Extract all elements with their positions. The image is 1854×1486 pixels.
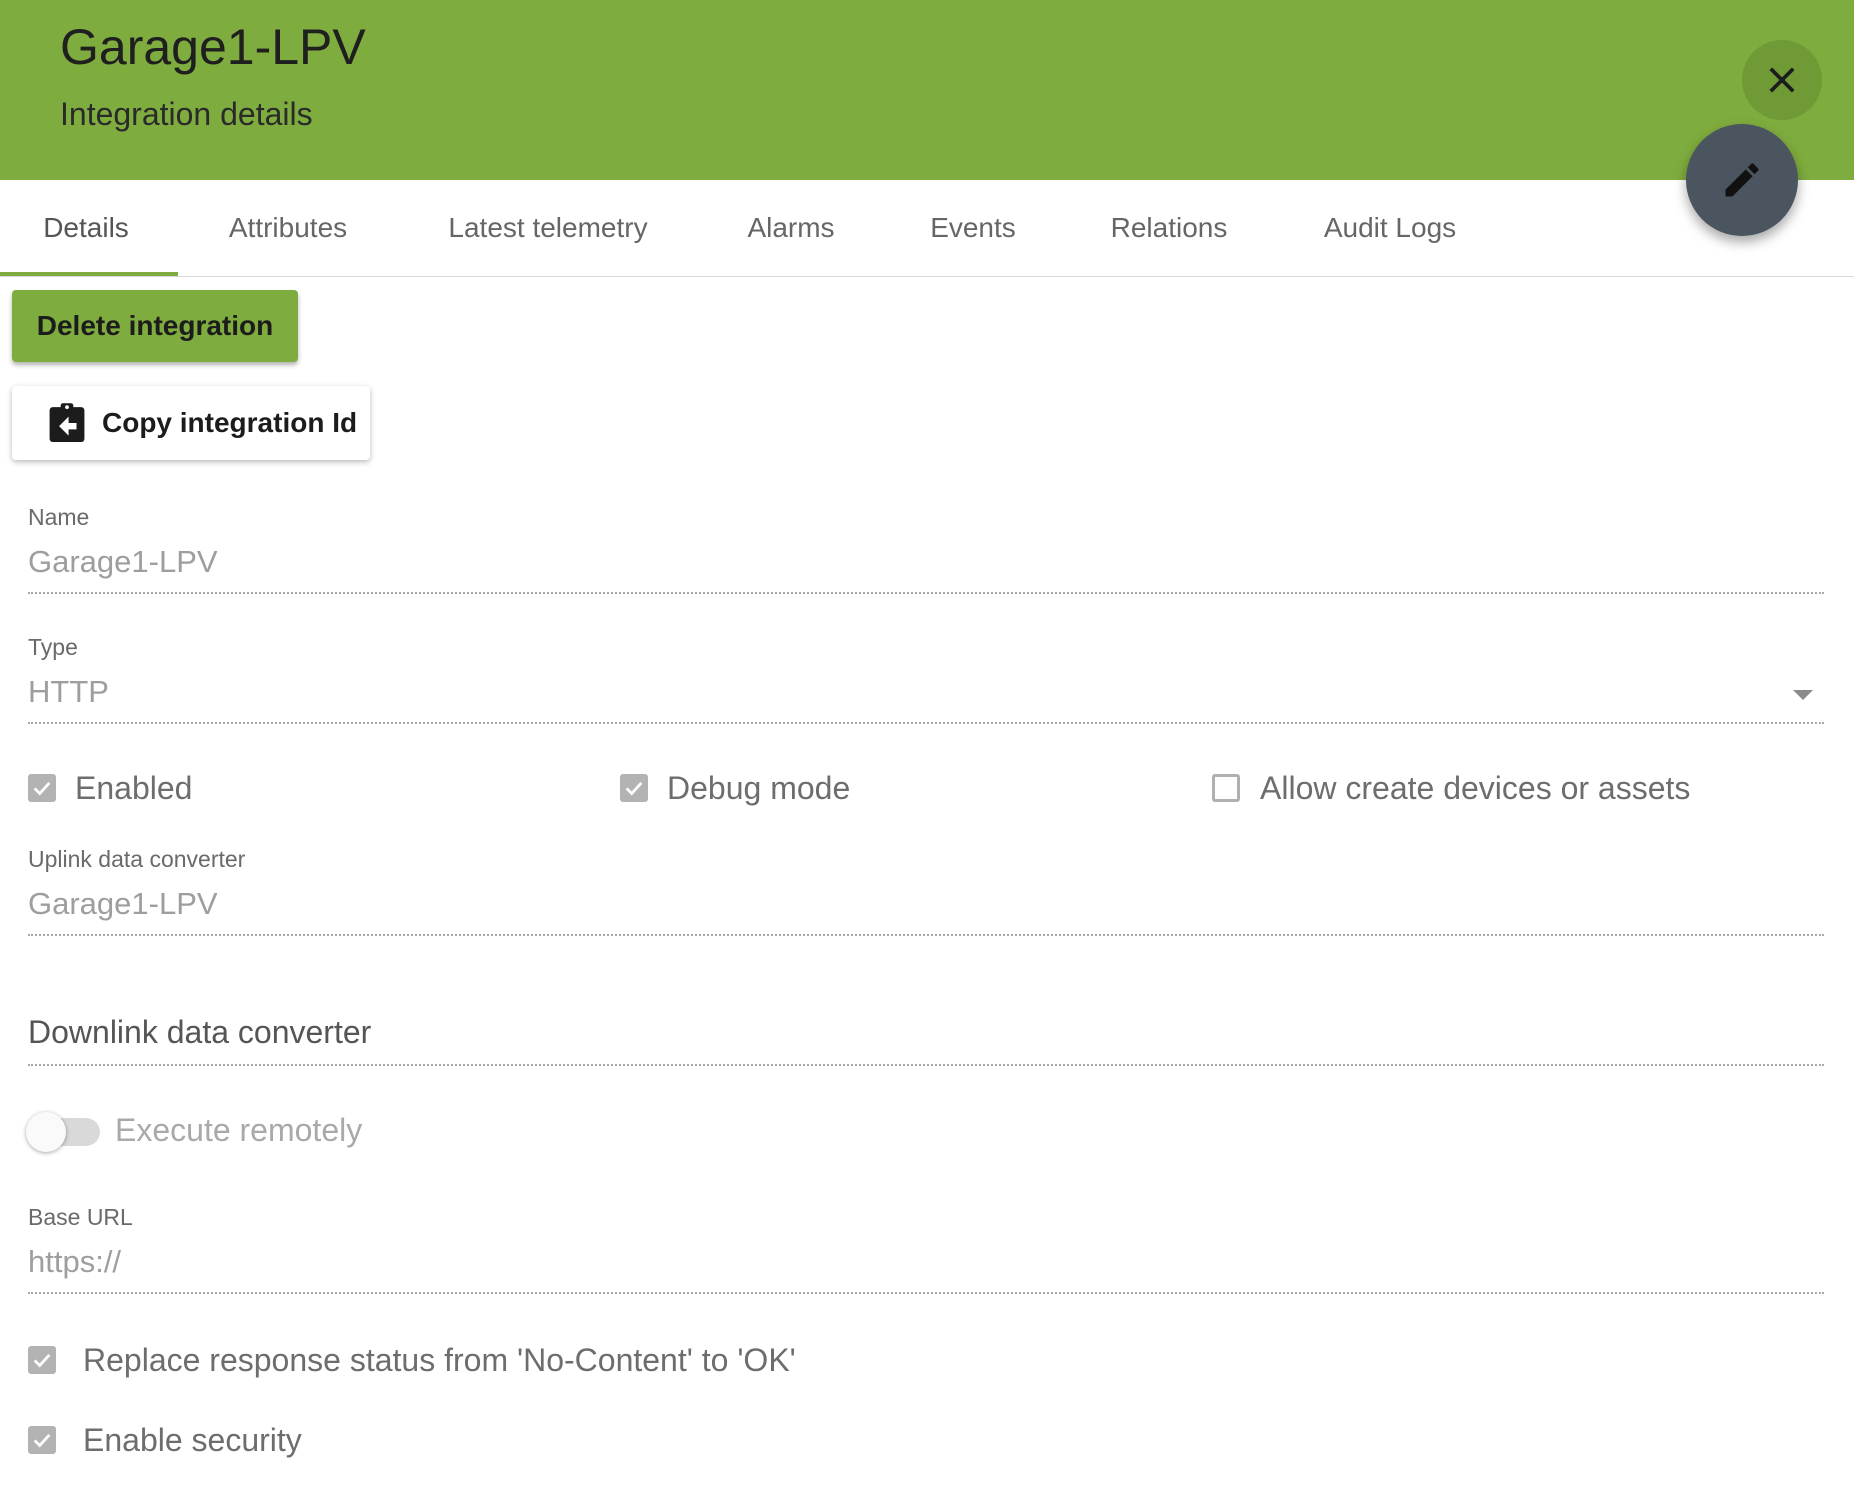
close-icon <box>1769 67 1795 93</box>
delete-integration-label: Delete integration <box>36 310 274 341</box>
type-underline <box>28 722 1824 724</box>
close-button[interactable] <box>1742 40 1822 120</box>
page-title: Garage1-LPV <box>60 19 366 75</box>
tab-audit-logs[interactable]: Audit Logs <box>1310 180 1470 276</box>
toggle-knob[interactable] <box>26 1112 66 1152</box>
allow-create-label: Allow create devices or assets <box>1260 770 1691 806</box>
tab-alarms[interactable]: Alarms <box>730 180 852 276</box>
pencil-icon <box>1725 163 1759 197</box>
type-label: Type <box>28 634 78 660</box>
enable-security-checkbox[interactable] <box>28 1426 56 1454</box>
enable-security-label: Enable security <box>83 1422 302 1458</box>
base-url-label: Base URL <box>28 1204 133 1230</box>
copy-integration-id-button[interactable]: Copy integration Id <box>12 386 370 460</box>
name-label: Name <box>28 504 90 530</box>
header-bar: Garage1-LPV Integration details <box>0 0 1854 180</box>
checkmark-icon <box>33 1354 51 1368</box>
edit-button[interactable] <box>1686 124 1798 236</box>
uplink-field[interactable]: Garage1-LPV <box>28 886 218 922</box>
name-field[interactable]: Garage1-LPV <box>28 544 218 580</box>
base-url-field[interactable]: https:// <box>28 1244 121 1280</box>
uplink-label: Uplink data converter <box>28 846 246 872</box>
downlink-underline <box>28 1064 1824 1066</box>
chevron-down-icon[interactable] <box>1793 690 1813 700</box>
uplink-underline <box>28 934 1824 936</box>
replace-status-label: Replace response status from 'No-Content… <box>83 1342 796 1378</box>
copy-integration-id-label: Copy integration Id <box>102 407 358 438</box>
delete-integration-button[interactable]: Delete integration <box>12 290 298 362</box>
checkmark-icon <box>625 782 643 796</box>
replace-status-checkbox[interactable] <box>28 1346 56 1374</box>
enabled-checkbox[interactable] <box>28 774 56 802</box>
page-subtitle: Integration details <box>60 96 313 132</box>
checkmark-icon <box>33 782 51 796</box>
type-select[interactable]: HTTP <box>28 674 109 710</box>
checkmark-icon <box>33 1434 51 1448</box>
execute-remotely-label: Execute remotely <box>115 1112 363 1148</box>
base-url-underline <box>28 1292 1824 1294</box>
active-tab-indicator <box>0 272 178 276</box>
tab-attributes[interactable]: Attributes <box>210 180 366 276</box>
debug-mode-checkbox[interactable] <box>620 774 648 802</box>
clipboard-arrow-icon <box>48 402 86 444</box>
tab-events[interactable]: Events <box>916 180 1030 276</box>
tab-details[interactable]: Details <box>0 180 172 276</box>
tab-bar: Details Attributes Latest telemetry Alar… <box>0 180 1854 277</box>
enabled-label: Enabled <box>75 770 193 806</box>
name-underline <box>28 592 1824 594</box>
downlink-field[interactable]: Downlink data converter <box>28 1014 371 1051</box>
tab-relations[interactable]: Relations <box>1096 180 1242 276</box>
allow-create-checkbox[interactable] <box>1212 774 1240 802</box>
tab-latest-telemetry[interactable]: Latest telemetry <box>430 180 666 276</box>
debug-mode-label: Debug mode <box>667 770 851 806</box>
